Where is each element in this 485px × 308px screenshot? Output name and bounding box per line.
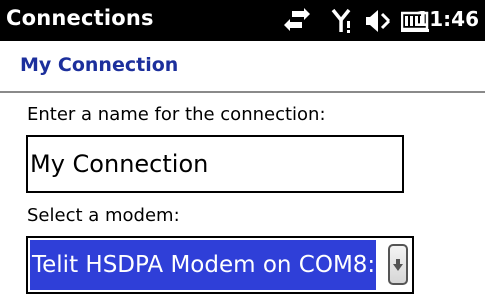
status-icons xyxy=(0,0,485,41)
connection-name-label: Enter a name for the connection: xyxy=(27,104,326,125)
connection-name-field[interactable] xyxy=(26,135,404,193)
title-bar: Connections 11:46 xyxy=(0,0,485,41)
modem-selected-value[interactable]: Telit HSDPA Modem on COM8: xyxy=(30,240,376,290)
connection-name-input[interactable] xyxy=(28,137,402,191)
modem-label: Select a modem: xyxy=(27,205,180,226)
speaker-muted-icon[interactable] xyxy=(364,8,392,34)
modem-dropdown-button[interactable] xyxy=(388,244,408,285)
clock[interactable]: 11:46 xyxy=(415,7,479,31)
page-title: My Connection xyxy=(20,54,179,76)
chevron-down-icon xyxy=(393,259,403,271)
divider xyxy=(0,91,485,93)
signal-antenna-icon[interactable] xyxy=(331,7,355,34)
modem-select[interactable]: Telit HSDPA Modem on COM8: xyxy=(26,236,414,294)
connectivity-arrows-icon[interactable] xyxy=(283,8,311,34)
